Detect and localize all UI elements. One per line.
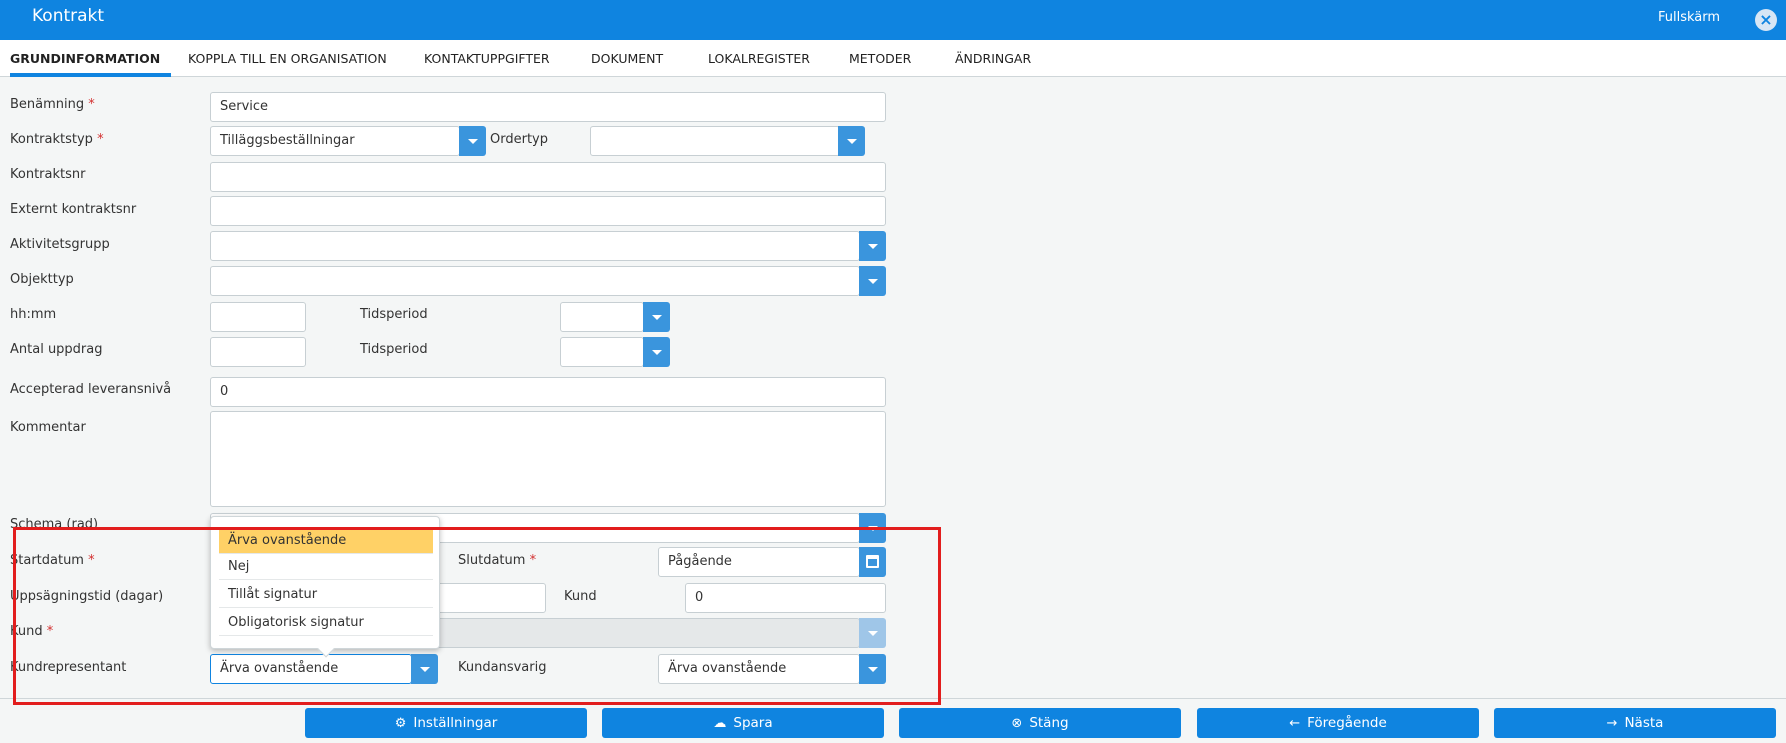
kontraktstyp-label: Kontraktstyp *	[10, 132, 104, 147]
kundansvarig-dropdown-button[interactable]	[859, 654, 886, 684]
dropdown-option[interactable]: Nej	[219, 554, 433, 580]
benamning-input[interactable]: Service	[210, 92, 886, 122]
ordertyp-select[interactable]	[590, 126, 840, 156]
kundrepresentant-dropdown-button[interactable]	[411, 654, 438, 684]
kundrepresentant-options-popup: Ärva ovanstående Nej Tillåt signatur Obl…	[210, 516, 440, 658]
schema-dropdown-button[interactable]	[859, 513, 886, 543]
kund-small-label: Kund	[564, 589, 597, 604]
objekttyp-dropdown-button[interactable]	[859, 266, 886, 296]
aktivitetsgrupp-label: Aktivitetsgrupp	[10, 237, 110, 252]
hhmm-input[interactable]	[210, 302, 306, 332]
kundrepresentant-label: Kundrepresentant	[10, 660, 127, 675]
chevron-down-icon	[868, 526, 878, 531]
antal-uppdrag-input[interactable]	[210, 337, 306, 367]
kund-small-input[interactable]: 0	[685, 583, 886, 613]
kontraktstyp-select[interactable]: Tilläggsbeställningar	[210, 126, 460, 156]
slutdatum-label: Slutdatum *	[458, 553, 537, 568]
kontraktstyp-dropdown-button[interactable]	[459, 126, 486, 156]
arrow-right-icon: →	[1606, 716, 1618, 731]
close-icon[interactable]: ×	[1755, 9, 1777, 31]
aktivitetsgrupp-dropdown-button[interactable]	[859, 231, 886, 261]
tab-metoder[interactable]: METODER	[849, 40, 911, 77]
stang-button[interactable]: ⊗ Stäng	[899, 708, 1181, 738]
tab-koppla-till-organisation[interactable]: KOPPLA TILL EN ORGANISATION	[188, 40, 387, 77]
kund-label: Kund *	[10, 624, 54, 639]
slutdatum-calendar-button[interactable]	[859, 547, 886, 577]
kund-select	[420, 618, 860, 648]
kommentar-label: Kommentar	[10, 420, 86, 435]
chevron-down-icon	[420, 667, 430, 672]
chevron-down-icon	[868, 244, 878, 249]
chevron-down-icon	[868, 279, 878, 284]
tidsperiod-select-2[interactable]	[560, 337, 644, 367]
tidsperiod-dropdown-button-1[interactable]	[643, 302, 670, 332]
accepterad-leveransniva-label: Accepterad leveransnivå	[10, 382, 172, 397]
tab-grundinformation[interactable]: GRUNDINFORMATION	[10, 40, 172, 77]
objekttyp-label: Objekttyp	[10, 272, 74, 287]
schema-label: Schema (rad)	[10, 517, 99, 532]
chevron-down-icon	[847, 139, 857, 144]
externt-kontraktsnr-label: Externt kontraktsnr	[10, 202, 137, 217]
chevron-down-icon	[468, 139, 478, 144]
dropdown-option[interactable]: Obligatorisk signatur	[219, 610, 433, 636]
dropdown-option[interactable]: Tillåt signatur	[219, 582, 433, 608]
kontraktsnr-input[interactable]	[210, 162, 886, 192]
arrow-left-icon: ←	[1289, 716, 1301, 731]
installningar-button[interactable]: ⚙ Inställningar	[305, 708, 587, 738]
fullscreen-button[interactable]: Fullskärm	[1658, 10, 1720, 25]
kundansvarig-select[interactable]: Ärva ovanstående	[658, 654, 860, 684]
calendar-icon	[866, 555, 879, 568]
kundansvarig-label: Kundansvarig	[458, 660, 547, 675]
kundrepresentant-select[interactable]: Ärva ovanstående	[210, 654, 412, 684]
cloud-upload-icon: ☁	[713, 716, 727, 731]
tab-bar: GRUNDINFORMATION KOPPLA TILL EN ORGANISA…	[0, 40, 1786, 77]
chevron-down-icon	[868, 667, 878, 672]
startdatum-label: Startdatum *	[10, 553, 95, 568]
tab-andringar[interactable]: ÄNDRINGAR	[955, 40, 1031, 77]
gear-icon: ⚙	[394, 716, 407, 731]
ordertyp-dropdown-button[interactable]	[838, 126, 865, 156]
chevron-down-icon	[652, 315, 662, 320]
tidsperiod-select-1[interactable]	[560, 302, 644, 332]
close-circle-icon: ⊗	[1011, 716, 1023, 731]
footer-divider	[0, 698, 1786, 699]
objekttyp-select[interactable]	[210, 266, 860, 296]
tidsperiod-label-2: Tidsperiod	[360, 342, 428, 357]
tidsperiod-dropdown-button-2[interactable]	[643, 337, 670, 367]
nasta-button[interactable]: → Nästa	[1494, 708, 1776, 738]
externt-kontraktsnr-input[interactable]	[210, 196, 886, 226]
chevron-down-icon	[868, 631, 878, 636]
foregaende-button[interactable]: ← Föregående	[1197, 708, 1479, 738]
kund-dropdown-button	[859, 618, 886, 648]
window-titlebar: Kontrakt Fullskärm ×	[0, 0, 1786, 40]
ordertyp-label: Ordertyp	[490, 132, 548, 147]
tidsperiod-label-1: Tidsperiod	[360, 307, 428, 322]
slutdatum-input[interactable]: Pågående	[658, 547, 860, 577]
spara-button[interactable]: ☁ Spara	[602, 708, 884, 738]
kontraktsnr-label: Kontraktsnr	[10, 167, 86, 182]
aktivitetsgrupp-select[interactable]	[210, 231, 860, 261]
benamning-label: Benämning *	[10, 97, 95, 112]
accepterad-leveransniva-input[interactable]: 0	[210, 377, 886, 407]
kommentar-textarea[interactable]	[210, 411, 886, 507]
dropdown-option[interactable]: Ärva ovanstående	[219, 528, 433, 554]
hhmm-label: hh:mm	[10, 307, 57, 322]
window-title: Kontrakt	[32, 6, 105, 26]
antal-uppdrag-label: Antal uppdrag	[10, 342, 103, 357]
uppsagningstid-label: Uppsägningstid (dagar)	[10, 589, 164, 604]
tab-kontaktuppgifter[interactable]: KONTAKTUPPGIFTER	[424, 40, 550, 77]
tab-lokalregister[interactable]: LOKALREGISTER	[708, 40, 810, 77]
chevron-down-icon	[652, 350, 662, 355]
tab-dokument[interactable]: DOKUMENT	[591, 40, 663, 77]
